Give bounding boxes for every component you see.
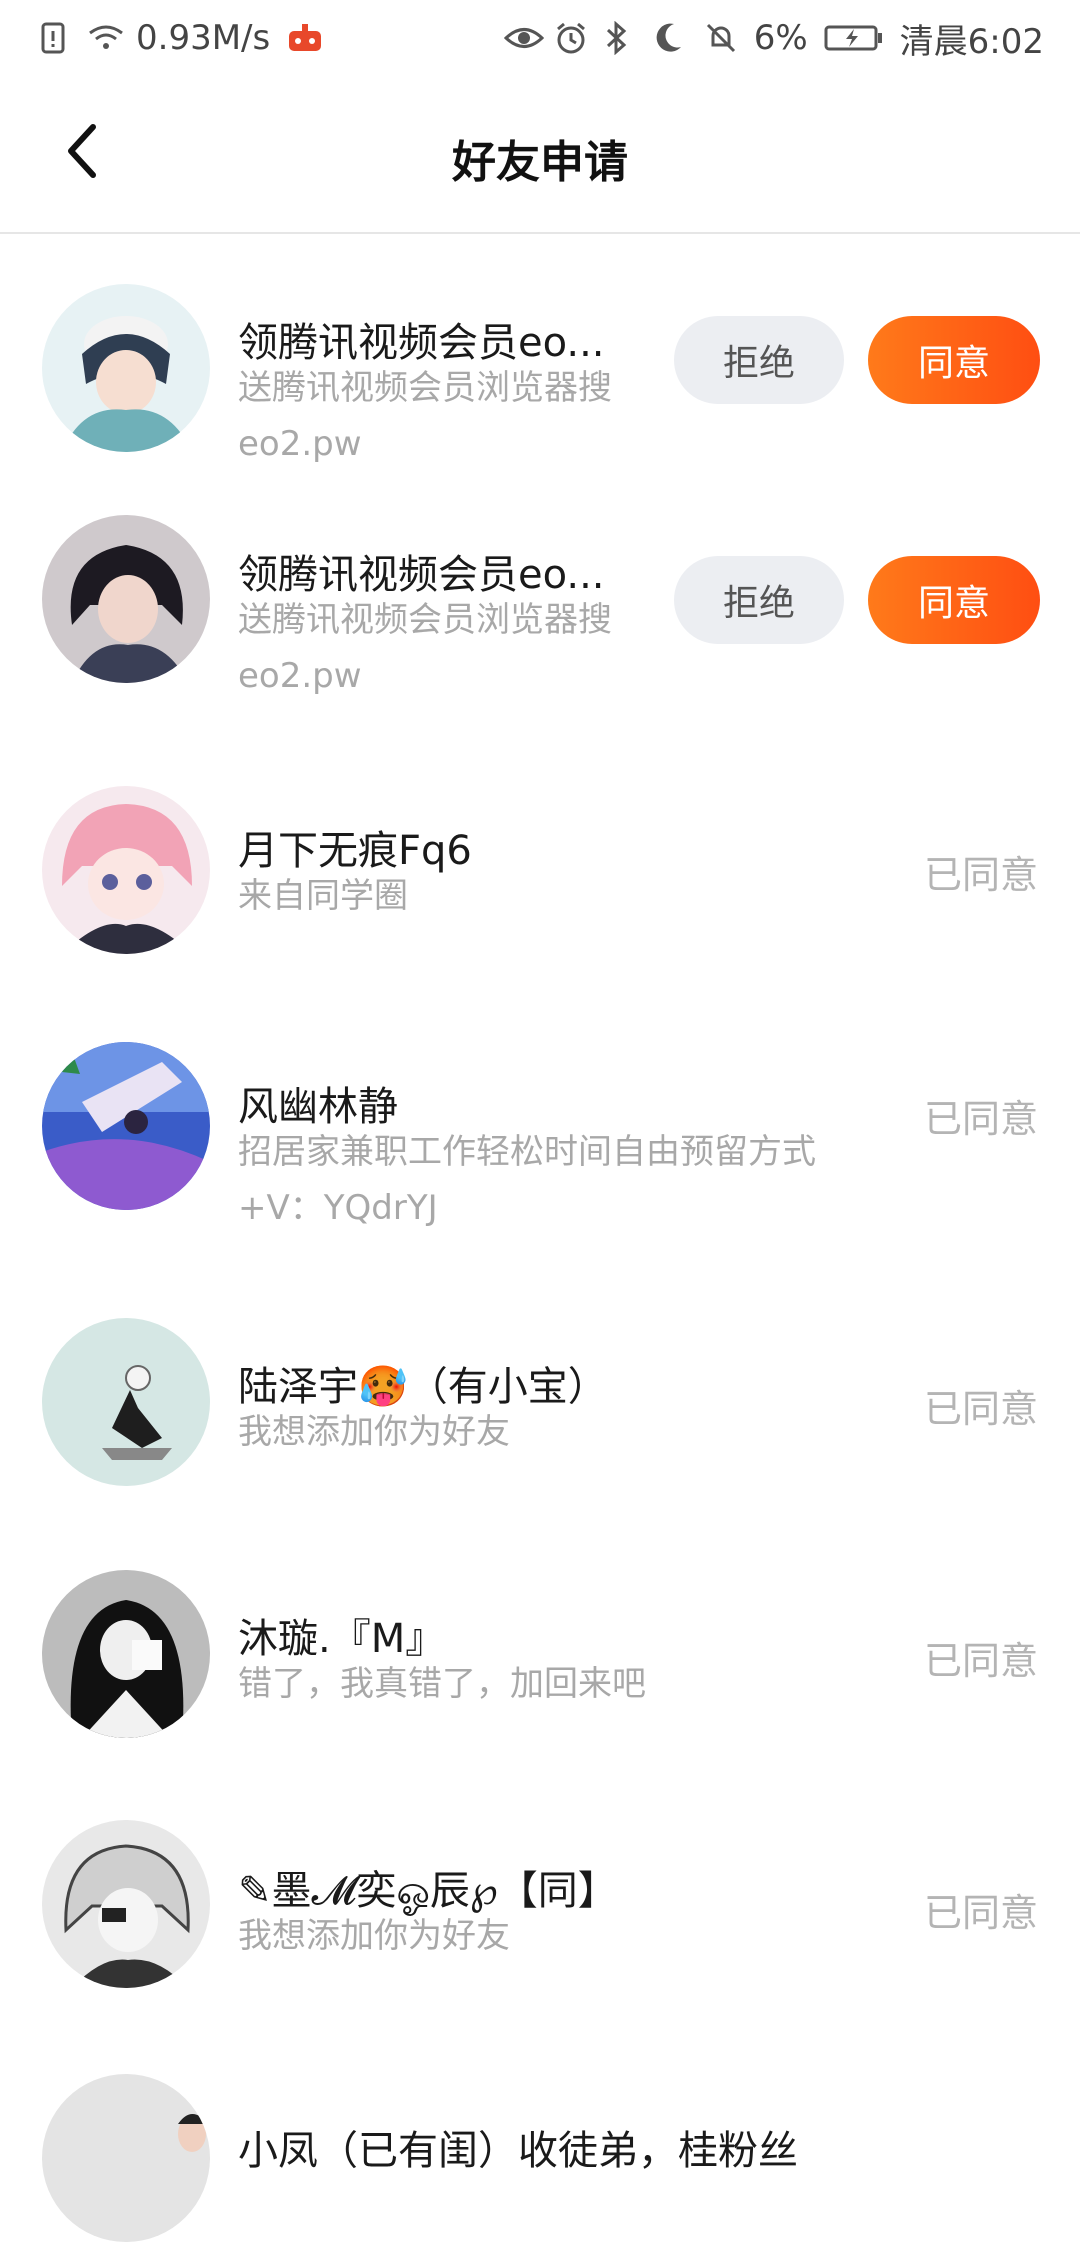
list-item[interactable]: 月下无痕Fq6 来自同学圈 已同意	[0, 774, 1080, 1026]
battery-percent: 6%	[753, 18, 808, 58]
request-message: 送腾讯视频会员浏览器搜 eo2.pw	[238, 592, 658, 704]
avatar[interactable]	[42, 284, 210, 452]
list-item[interactable]: ✎墨𝓜奕ஓ辰℘【同】 我想添加你为好友 已同意	[0, 1806, 1080, 2058]
battery-icon	[824, 21, 884, 55]
sim-alert-icon	[36, 21, 70, 55]
request-message-line-1: 送腾讯视频会员浏览器搜	[238, 600, 612, 640]
list-item[interactable]: 领腾讯视频会员eo... 送腾讯视频会员浏览器搜 eo2.pw 拒绝 同意	[0, 504, 1080, 774]
status-label: 已同意	[923, 853, 1038, 897]
app-notification-icon	[286, 21, 322, 55]
request-message-line-1: 我想添加你为好友	[238, 1916, 510, 1956]
list-item[interactable]: 小凤（已有闺）收徒弟，桂粉丝	[0, 2058, 1080, 2242]
avatar[interactable]	[42, 1318, 210, 1486]
reject-button[interactable]: 拒绝	[674, 316, 844, 404]
request-message: 错了，我真错了，加回来吧	[238, 1656, 678, 1712]
status-bar: 0.93M/s 6% 清晨6:02	[0, 0, 1080, 76]
alarm-icon	[554, 21, 588, 55]
list-item[interactable]: 陆泽宇🥵（有小宝） 我想添加你为好友 已同意	[0, 1302, 1080, 1554]
request-message-line-1: 我想添加你为好友	[238, 1412, 510, 1452]
accept-button[interactable]: 同意	[868, 556, 1040, 644]
avatar[interactable]	[42, 1570, 210, 1738]
request-message-line-1: 来自同学圈	[238, 876, 408, 916]
page-title: 好友申请	[452, 137, 628, 188]
wifi-icon	[86, 21, 123, 55]
moon-icon	[654, 21, 688, 55]
request-message-line-2: eo2.pw	[238, 424, 362, 464]
list-item[interactable]: 沐璇.『M』 错了，我真错了，加回来吧 已同意	[0, 1554, 1080, 1806]
request-message: 招居家兼职工作轻松时间自由预留方式 +V：YQdrYJ	[238, 1124, 878, 1236]
mute-bell-icon	[704, 21, 738, 55]
status-label: 已同意	[923, 1387, 1038, 1431]
status-label: 已同意	[923, 1097, 1038, 1141]
request-message-line-2: eo2.pw	[238, 656, 362, 696]
request-message: 我想添加你为好友	[238, 1908, 678, 1964]
friend-request-list: 领腾讯视频会员eo... 送腾讯视频会员浏览器搜 eo2.pw 拒绝 同意 领腾…	[0, 234, 1080, 2242]
navigation-bar: 好友申请	[0, 76, 1080, 234]
request-message: 送腾讯视频会员浏览器搜 eo2.pw	[238, 360, 658, 472]
request-message-line-2: +V：YQdrYJ	[238, 1188, 438, 1228]
clock: 清晨6:02	[899, 21, 1044, 62]
avatar[interactable]	[42, 1820, 210, 1988]
request-message: 我想添加你为好友	[238, 1404, 678, 1460]
status-label: 已同意	[923, 1639, 1038, 1683]
avatar[interactable]	[42, 515, 210, 683]
accept-button[interactable]: 同意	[868, 316, 1040, 404]
eye-icon	[503, 21, 544, 55]
bluetooth-icon	[604, 20, 638, 56]
avatar[interactable]	[42, 786, 210, 954]
avatar[interactable]	[42, 1042, 210, 1210]
request-message-line-1: 送腾讯视频会员浏览器搜	[238, 368, 612, 408]
requester-name: 小凤（已有闺）收徒弟，桂粉丝	[238, 2128, 798, 2174]
request-message-line-1: 错了，我真错了，加回来吧	[238, 1664, 646, 1704]
status-label: 已同意	[923, 1891, 1038, 1935]
reject-button[interactable]: 拒绝	[674, 556, 844, 644]
list-item[interactable]: 领腾讯视频会员eo... 送腾讯视频会员浏览器搜 eo2.pw 拒绝 同意	[0, 234, 1080, 504]
list-item[interactable]: 风幽林静 招居家兼职工作轻松时间自由预留方式 +V：YQdrYJ 已同意	[0, 1026, 1080, 1302]
request-message: 来自同学圈	[238, 868, 678, 924]
network-speed: 0.93M/s	[136, 18, 271, 58]
request-message-line-1: 招居家兼职工作轻松时间自由预留方式	[238, 1132, 816, 1172]
avatar[interactable]	[42, 2074, 210, 2242]
